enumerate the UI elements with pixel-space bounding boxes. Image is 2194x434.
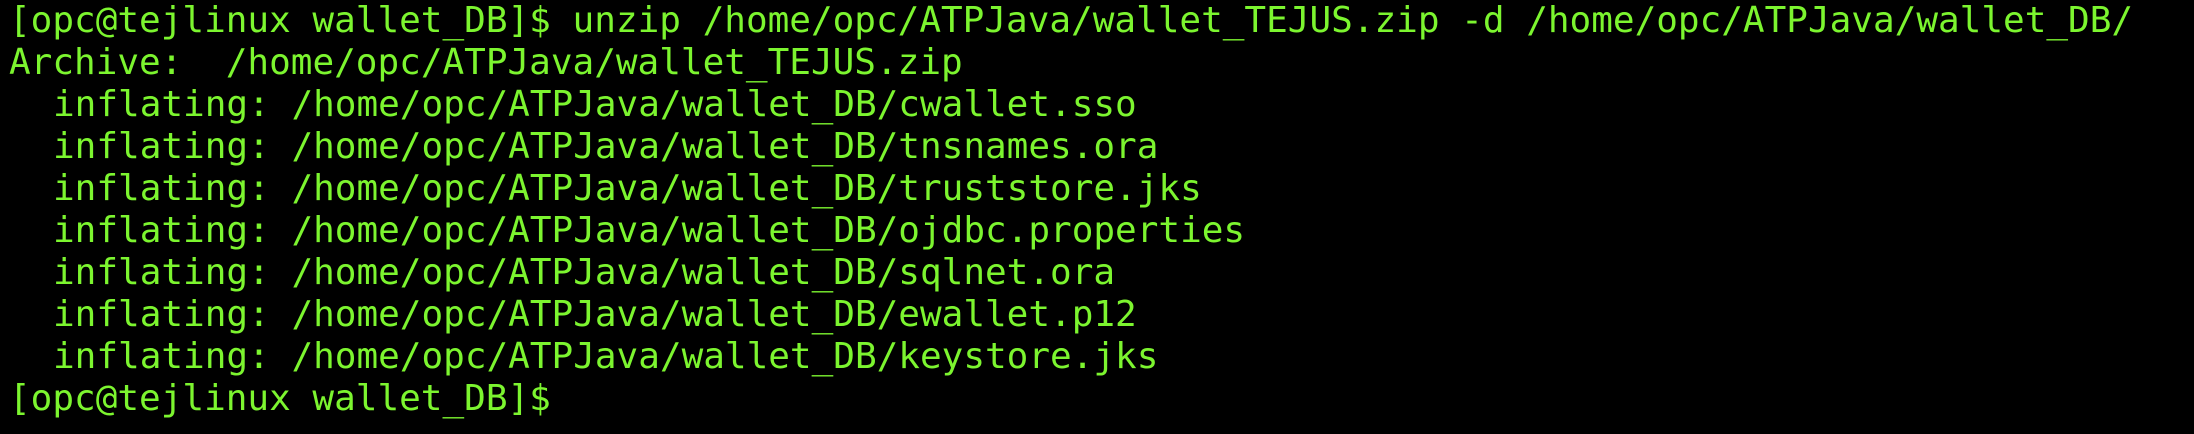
inflating-path: /home/opc/ATPJava/wallet_DB/ojdbc.proper… <box>291 210 1246 251</box>
shell-prompt: [opc@tejlinux wallet_DB]$ <box>9 0 551 41</box>
archive-path: /home/opc/ATPJava/wallet_TEJUS.zip <box>225 42 963 83</box>
command-line: [opc@tejlinux wallet_DB]$ unzip /home/op… <box>9 0 2194 42</box>
inflating-line: inflating: /home/opc/ATPJava/wallet_DB/k… <box>9 336 2194 378</box>
terminal-output: [opc@tejlinux wallet_DB]$ unzip /home/op… <box>9 0 2194 434</box>
inflating-path: /home/opc/ATPJava/wallet_DB/ewallet.p12 <box>291 294 1137 335</box>
terminal-window[interactable]: [opc@tejlinux wallet_DB]$ unzip /home/op… <box>0 0 2194 434</box>
inflating-path: /home/opc/ATPJava/wallet_DB/sqlnet.ora <box>291 252 1116 293</box>
inflating-line: inflating: /home/opc/ATPJava/wallet_DB/t… <box>9 168 2194 210</box>
inflating-line: inflating: /home/opc/ATPJava/wallet_DB/e… <box>9 294 2194 336</box>
inflating-label: inflating: <box>53 126 270 167</box>
inflating-path: /home/opc/ATPJava/wallet_DB/tnsnames.ora <box>291 126 1159 167</box>
inflating-path: /home/opc/ATPJava/wallet_DB/cwallet.sso <box>291 84 1137 125</box>
inflating-label: inflating: <box>53 210 270 251</box>
inflating-label: inflating: <box>53 294 270 335</box>
inflating-line: inflating: /home/opc/ATPJava/wallet_DB/o… <box>9 210 2194 252</box>
inflating-line: inflating: /home/opc/ATPJava/wallet_DB/c… <box>9 84 2194 126</box>
inflating-path: /home/opc/ATPJava/wallet_DB/keystore.jks <box>291 336 1159 377</box>
shell-command: unzip /home/opc/ATPJava/wallet_TEJUS.zip… <box>572 0 2134 41</box>
inflating-label: inflating: <box>53 168 270 209</box>
final-prompt-line[interactable]: [opc@tejlinux wallet_DB]$ <box>9 378 2194 420</box>
archive-line: Archive: /home/opc/ATPJava/wallet_TEJUS.… <box>9 42 2194 84</box>
inflating-line: inflating: /home/opc/ATPJava/wallet_DB/s… <box>9 252 2194 294</box>
shell-prompt: [opc@tejlinux wallet_DB]$ <box>9 378 551 419</box>
inflating-label: inflating: <box>53 84 270 125</box>
inflating-label: inflating: <box>53 252 270 293</box>
inflating-label: inflating: <box>53 336 270 377</box>
inflating-path: /home/opc/ATPJava/wallet_DB/truststore.j… <box>291 168 1202 209</box>
inflating-line: inflating: /home/opc/ATPJava/wallet_DB/t… <box>9 126 2194 168</box>
archive-label: Archive: <box>9 42 183 83</box>
